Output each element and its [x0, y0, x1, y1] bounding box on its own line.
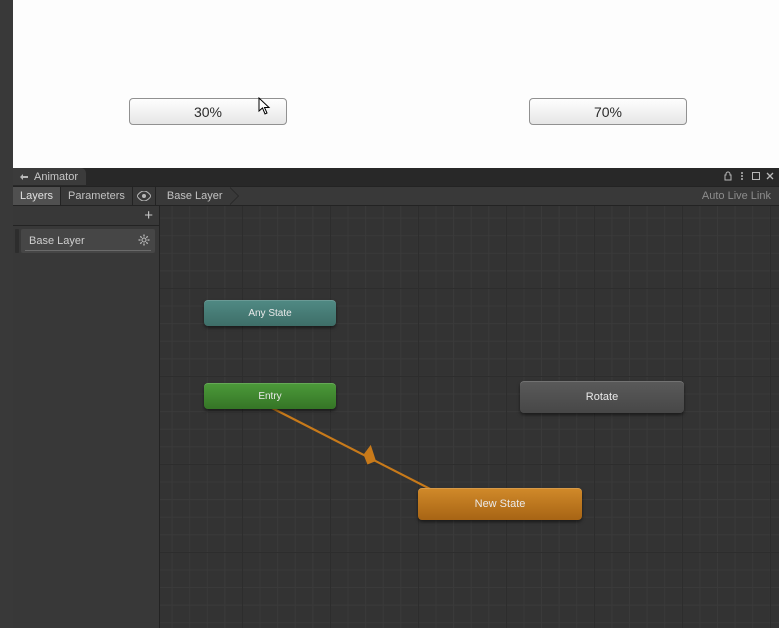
state-node-label: Rotate	[586, 391, 618, 403]
panel-menu-icon[interactable]	[736, 170, 748, 182]
lock-icon[interactable]	[722, 170, 734, 182]
game-view: 30% 70%	[13, 0, 779, 168]
layer-item-label: Base Layer	[29, 235, 85, 247]
state-node-label: Entry	[258, 391, 281, 402]
state-node-any-state[interactable]: Any State	[204, 300, 336, 326]
state-node-new-state[interactable]: New State	[418, 488, 582, 520]
maximize-icon[interactable]	[750, 170, 762, 182]
animator-tab-label: Animator	[34, 171, 78, 183]
auto-live-link-label: Auto Live Link	[702, 190, 771, 202]
add-layer-button[interactable]: +	[13, 206, 159, 226]
layers-sidebar: + Base Layer	[13, 206, 160, 628]
breadcrumb-label: Base Layer	[167, 190, 223, 202]
editor-left-gutter	[0, 0, 13, 628]
layers-tab-label: Layers	[20, 190, 53, 202]
layer-item-base-layer[interactable]: Base Layer	[21, 229, 155, 253]
state-node-label: New State	[475, 498, 526, 510]
close-icon[interactable]	[764, 170, 776, 182]
animator-panel: Animator Layers Parameters Base Layer Au…	[13, 168, 779, 628]
parameters-tab-label: Parameters	[68, 190, 125, 202]
breadcrumb-base-layer[interactable]: Base Layer	[159, 187, 237, 205]
state-node-label: Any State	[248, 308, 291, 319]
state-node-entry[interactable]: Entry	[204, 383, 336, 409]
button-30-percent[interactable]: 30%	[129, 98, 287, 125]
button-70-percent-label: 70%	[594, 104, 622, 120]
auto-live-link-toggle[interactable]: Auto Live Link	[694, 187, 779, 205]
layers-tab[interactable]: Layers	[13, 187, 61, 205]
animator-tab-icon	[18, 171, 30, 183]
button-30-percent-label: 30%	[194, 104, 222, 120]
panel-window-icons	[722, 170, 776, 182]
plus-icon: +	[144, 207, 153, 224]
parameters-tab[interactable]: Parameters	[61, 187, 133, 205]
transition-entry-to-new-state[interactable]	[160, 206, 779, 628]
animator-tab[interactable]: Animator	[13, 168, 86, 185]
state-node-rotate[interactable]: Rotate	[520, 381, 684, 413]
button-70-percent[interactable]: 70%	[529, 98, 687, 125]
layer-drag-handle[interactable]	[15, 229, 19, 253]
panel-tab-row: Animator	[13, 168, 779, 186]
animator-toolbar: Layers Parameters Base Layer Auto Live L…	[13, 186, 779, 206]
visibility-icon[interactable]	[133, 187, 156, 205]
gear-icon[interactable]	[138, 234, 150, 249]
state-machine-graph[interactable]: Any State Entry Rotate New State	[160, 206, 779, 628]
